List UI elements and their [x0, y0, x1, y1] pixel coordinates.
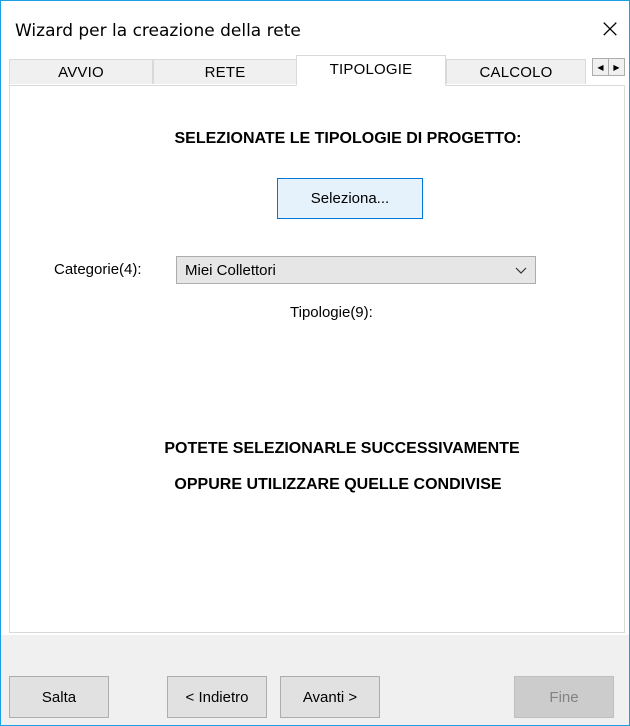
categories-label: Categorie(4): — [54, 261, 142, 278]
info-text-line-1: POTETE SELEZIONARLE SUCCESSIVAMENTE — [164, 440, 520, 457]
back-button[interactable]: < Indietro — [167, 676, 267, 718]
info-text-line-2: OPPURE UTILIZZARE QUELLE CONDIVISE — [174, 476, 502, 493]
arrow-right-icon: ▶ — [613, 62, 620, 72]
tab-tipologie[interactable]: TIPOLOGIE — [296, 55, 446, 86]
tab-label: TIPOLOGIE — [329, 61, 413, 78]
close-button[interactable]: × — [595, 14, 625, 44]
next-button[interactable]: Avanti > — [280, 676, 380, 718]
chevron-down-icon — [515, 267, 527, 274]
categories-selected-value: Miei Collettori — [185, 262, 276, 279]
arrow-left-icon: ◀ — [597, 62, 604, 72]
tab-panel-tipologie: SELEZIONATE LE TIPOLOGIE DI PROGETTO: Se… — [9, 85, 625, 633]
tab-scroll-right-button[interactable]: ▶ — [608, 58, 625, 76]
tab-label: RETE — [204, 63, 246, 81]
tipologie-label: Tipologie(9): — [290, 304, 373, 321]
wizard-window: Wizard per la creazione della rete × AVV… — [0, 0, 630, 726]
tab-avvio[interactable]: AVVIO — [9, 59, 153, 84]
wizard-footer: Salta < Indietro Avanti > Fine — [1, 635, 629, 725]
tab-scroll-left-button[interactable]: ◀ — [592, 58, 609, 76]
finish-button[interactable]: Fine — [514, 676, 614, 718]
categories-dropdown[interactable]: Miei Collettori — [176, 256, 536, 284]
tab-label: AVVIO — [58, 63, 104, 81]
tab-label: CALCOLO — [479, 63, 553, 81]
select-types-button[interactable]: Seleziona... — [277, 178, 423, 219]
title-bar: Wizard per la creazione della rete × — [1, 1, 629, 55]
close-icon: × — [599, 14, 621, 44]
window-title: Wizard per la creazione della rete — [15, 21, 301, 41]
page-heading: SELEZIONATE LE TIPOLOGIE DI PROGETTO: — [174, 130, 522, 147]
tab-rete[interactable]: RETE — [153, 59, 297, 84]
tab-calcolo[interactable]: CALCOLO — [446, 59, 586, 84]
skip-button[interactable]: Salta — [9, 676, 109, 718]
tab-strip: AVVIO RETE TIPOLOGIE CALCOLO ◀ ▶ — [9, 55, 627, 86]
